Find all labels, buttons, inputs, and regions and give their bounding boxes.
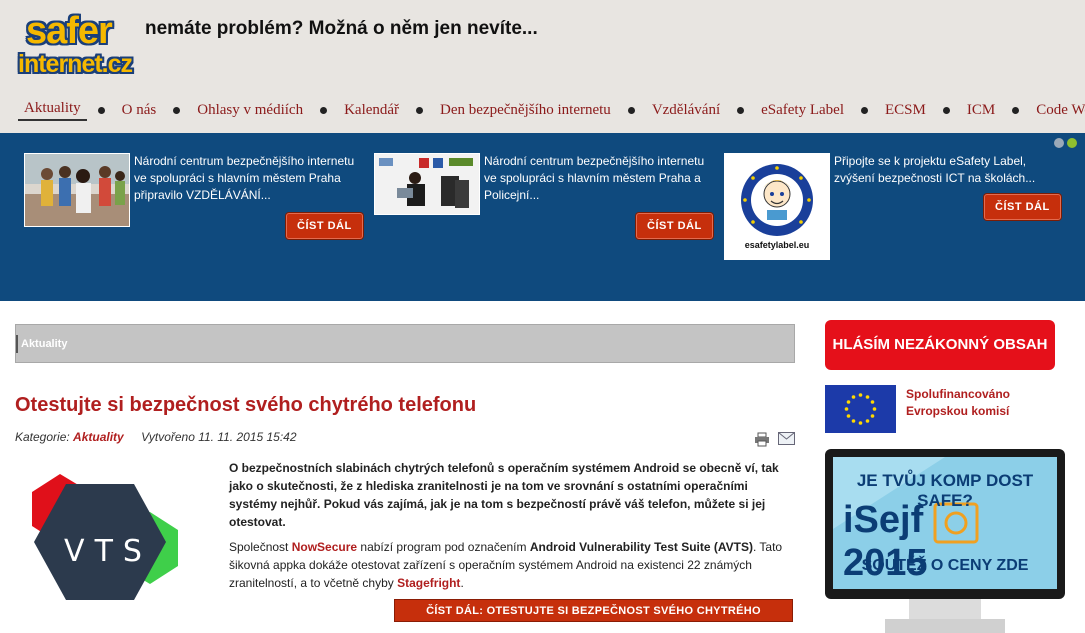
nav-separator <box>942 106 950 114</box>
email-icon[interactable] <box>778 432 795 452</box>
nowsecure-link[interactable]: NowSecure <box>292 540 357 554</box>
created-date: Vytvořeno 11. 11. 2015 15:42 <box>141 430 297 444</box>
breadcrumb-marker <box>16 335 18 353</box>
saferinternet-logo[interactable]: safer internet.cz <box>18 10 133 82</box>
slide-3-read-more-button[interactable]: ČÍST DÁL <box>984 194 1061 220</box>
print-icon[interactable] <box>754 432 770 452</box>
slide-3-thumbnail[interactable]: esafetylabel.eu <box>724 153 830 260</box>
stagefright-link[interactable]: Stagefright <box>397 576 460 590</box>
article-read-more-button[interactable]: ČÍST DÁL: OTESTUJTE SI BEZPEČNOST SVÉHO … <box>394 599 793 633</box>
eu-flag-icon[interactable] <box>825 385 896 433</box>
category-label: Kategorie: <box>15 430 70 444</box>
nav-item-vzdelavani[interactable]: Vzdělávání <box>646 102 726 119</box>
article-meta: Kategorie: Aktuality Vytvořeno 11. 11. 2… <box>15 430 297 444</box>
nav-item-den-bezpecnejsiho-internetu[interactable]: Den bezpečnějšího internetu <box>434 102 617 119</box>
slide-1-thumbnail[interactable] <box>24 153 130 227</box>
nav-item-o-nas[interactable]: O nás <box>116 102 163 119</box>
body-text: . <box>460 576 464 590</box>
avts-name: Android Vulnerability Test Suite (AVTS) <box>529 540 753 554</box>
slider-dot[interactable] <box>1054 138 1064 148</box>
slide-2-read-more-button[interactable]: ČÍST DÁL <box>636 213 713 239</box>
main-nav: Aktuality O nás Ohlasy v médiích Kalendá… <box>18 98 1085 122</box>
nav-separator <box>1012 106 1020 114</box>
body-text: nabízí program pod označením <box>357 540 530 554</box>
article-title[interactable]: Otestujte si bezpečnost svého chytrého t… <box>15 394 476 417</box>
slider-dot-active[interactable] <box>1067 138 1077 148</box>
slide-3-text[interactable]: Připojte se k projektu eSafety Label, zv… <box>834 153 1064 187</box>
isejf-contest: SOUTĚŽ O CENY ZDE <box>861 557 1029 574</box>
vts-logo-text: VTS <box>64 534 152 569</box>
nav-item-kalendar[interactable]: Kalendář <box>338 102 405 119</box>
slide-3: esafetylabel.eu Připojte se k projektu e… <box>724 153 1064 263</box>
article-image: VTS <box>20 470 190 630</box>
eu-cofunding: Spolufinancováno Evropskou komisí <box>906 386 1010 420</box>
slide-1: Národní centrum bezpečnějšího internetu … <box>24 153 364 263</box>
logo-line1: safer <box>26 10 113 52</box>
nav-item-code-week[interactable]: Code Week <box>1030 102 1085 119</box>
slide-1-text[interactable]: Národní centrum bezpečnějšího internetu … <box>134 153 364 204</box>
nav-item-icm[interactable]: ICM <box>961 102 1001 119</box>
isejf-banner[interactable]: JE TVŮJ KOMP DOST SAFE? iSejf2015 SOUTĚŽ… <box>825 449 1065 633</box>
article-tools <box>754 432 795 452</box>
site-slogan: nemáte problém? Možná o něm jen nevíte..… <box>145 18 538 39</box>
nav-separator <box>737 106 745 114</box>
esafety-caption: esafetylabel.eu <box>744 240 810 250</box>
slide-2: Národní centrum bezpečnějšího internetu … <box>374 153 714 263</box>
article-intro: O bezpečnostních slabinách chytrých tele… <box>229 461 779 529</box>
slide-2-text[interactable]: Národní centrum bezpečnějšího internetu … <box>484 153 714 204</box>
eu-cofunding-line1: Spolufinancováno <box>906 387 1011 401</box>
site-header: safer internet.cz nemáte problém? Možná … <box>0 0 1085 133</box>
nav-item-ohlasy[interactable]: Ohlasy v médiích <box>191 102 309 119</box>
slider-pagination <box>1054 138 1077 148</box>
nav-item-ecsm[interactable]: ECSM <box>879 102 932 119</box>
isejf-name: iSejf <box>843 499 924 541</box>
body-text: Společnost <box>229 540 292 554</box>
nav-separator <box>861 106 868 114</box>
nav-item-aktuality[interactable]: Aktuality <box>18 100 87 121</box>
nav-separator <box>416 106 424 114</box>
report-illegal-content-button[interactable]: HLÁSÍM NEZÁKONNÝ OBSAH <box>825 320 1055 370</box>
eu-cofunding-line2: Evropskou komisí <box>906 404 1010 418</box>
category-link[interactable]: Aktuality <box>73 430 124 444</box>
nav-separator <box>320 106 328 114</box>
slide-1-read-more-button[interactable]: ČÍST DÁL <box>286 213 363 239</box>
nav-separator <box>627 106 635 114</box>
slide-2-thumbnail[interactable] <box>374 153 480 215</box>
news-slider: Národní centrum bezpečnějšího internetu … <box>0 133 1085 301</box>
breadcrumb: Aktuality <box>15 324 795 363</box>
nav-item-esafety-label[interactable]: eSafety Label <box>755 102 850 119</box>
nav-separator <box>173 106 181 114</box>
breadcrumb-item[interactable]: Aktuality <box>21 338 67 350</box>
article-body: Společnost NowSecure nabízí program pod … <box>229 538 789 592</box>
nav-separator <box>97 106 105 114</box>
logo-line2: internet.cz <box>18 50 133 78</box>
